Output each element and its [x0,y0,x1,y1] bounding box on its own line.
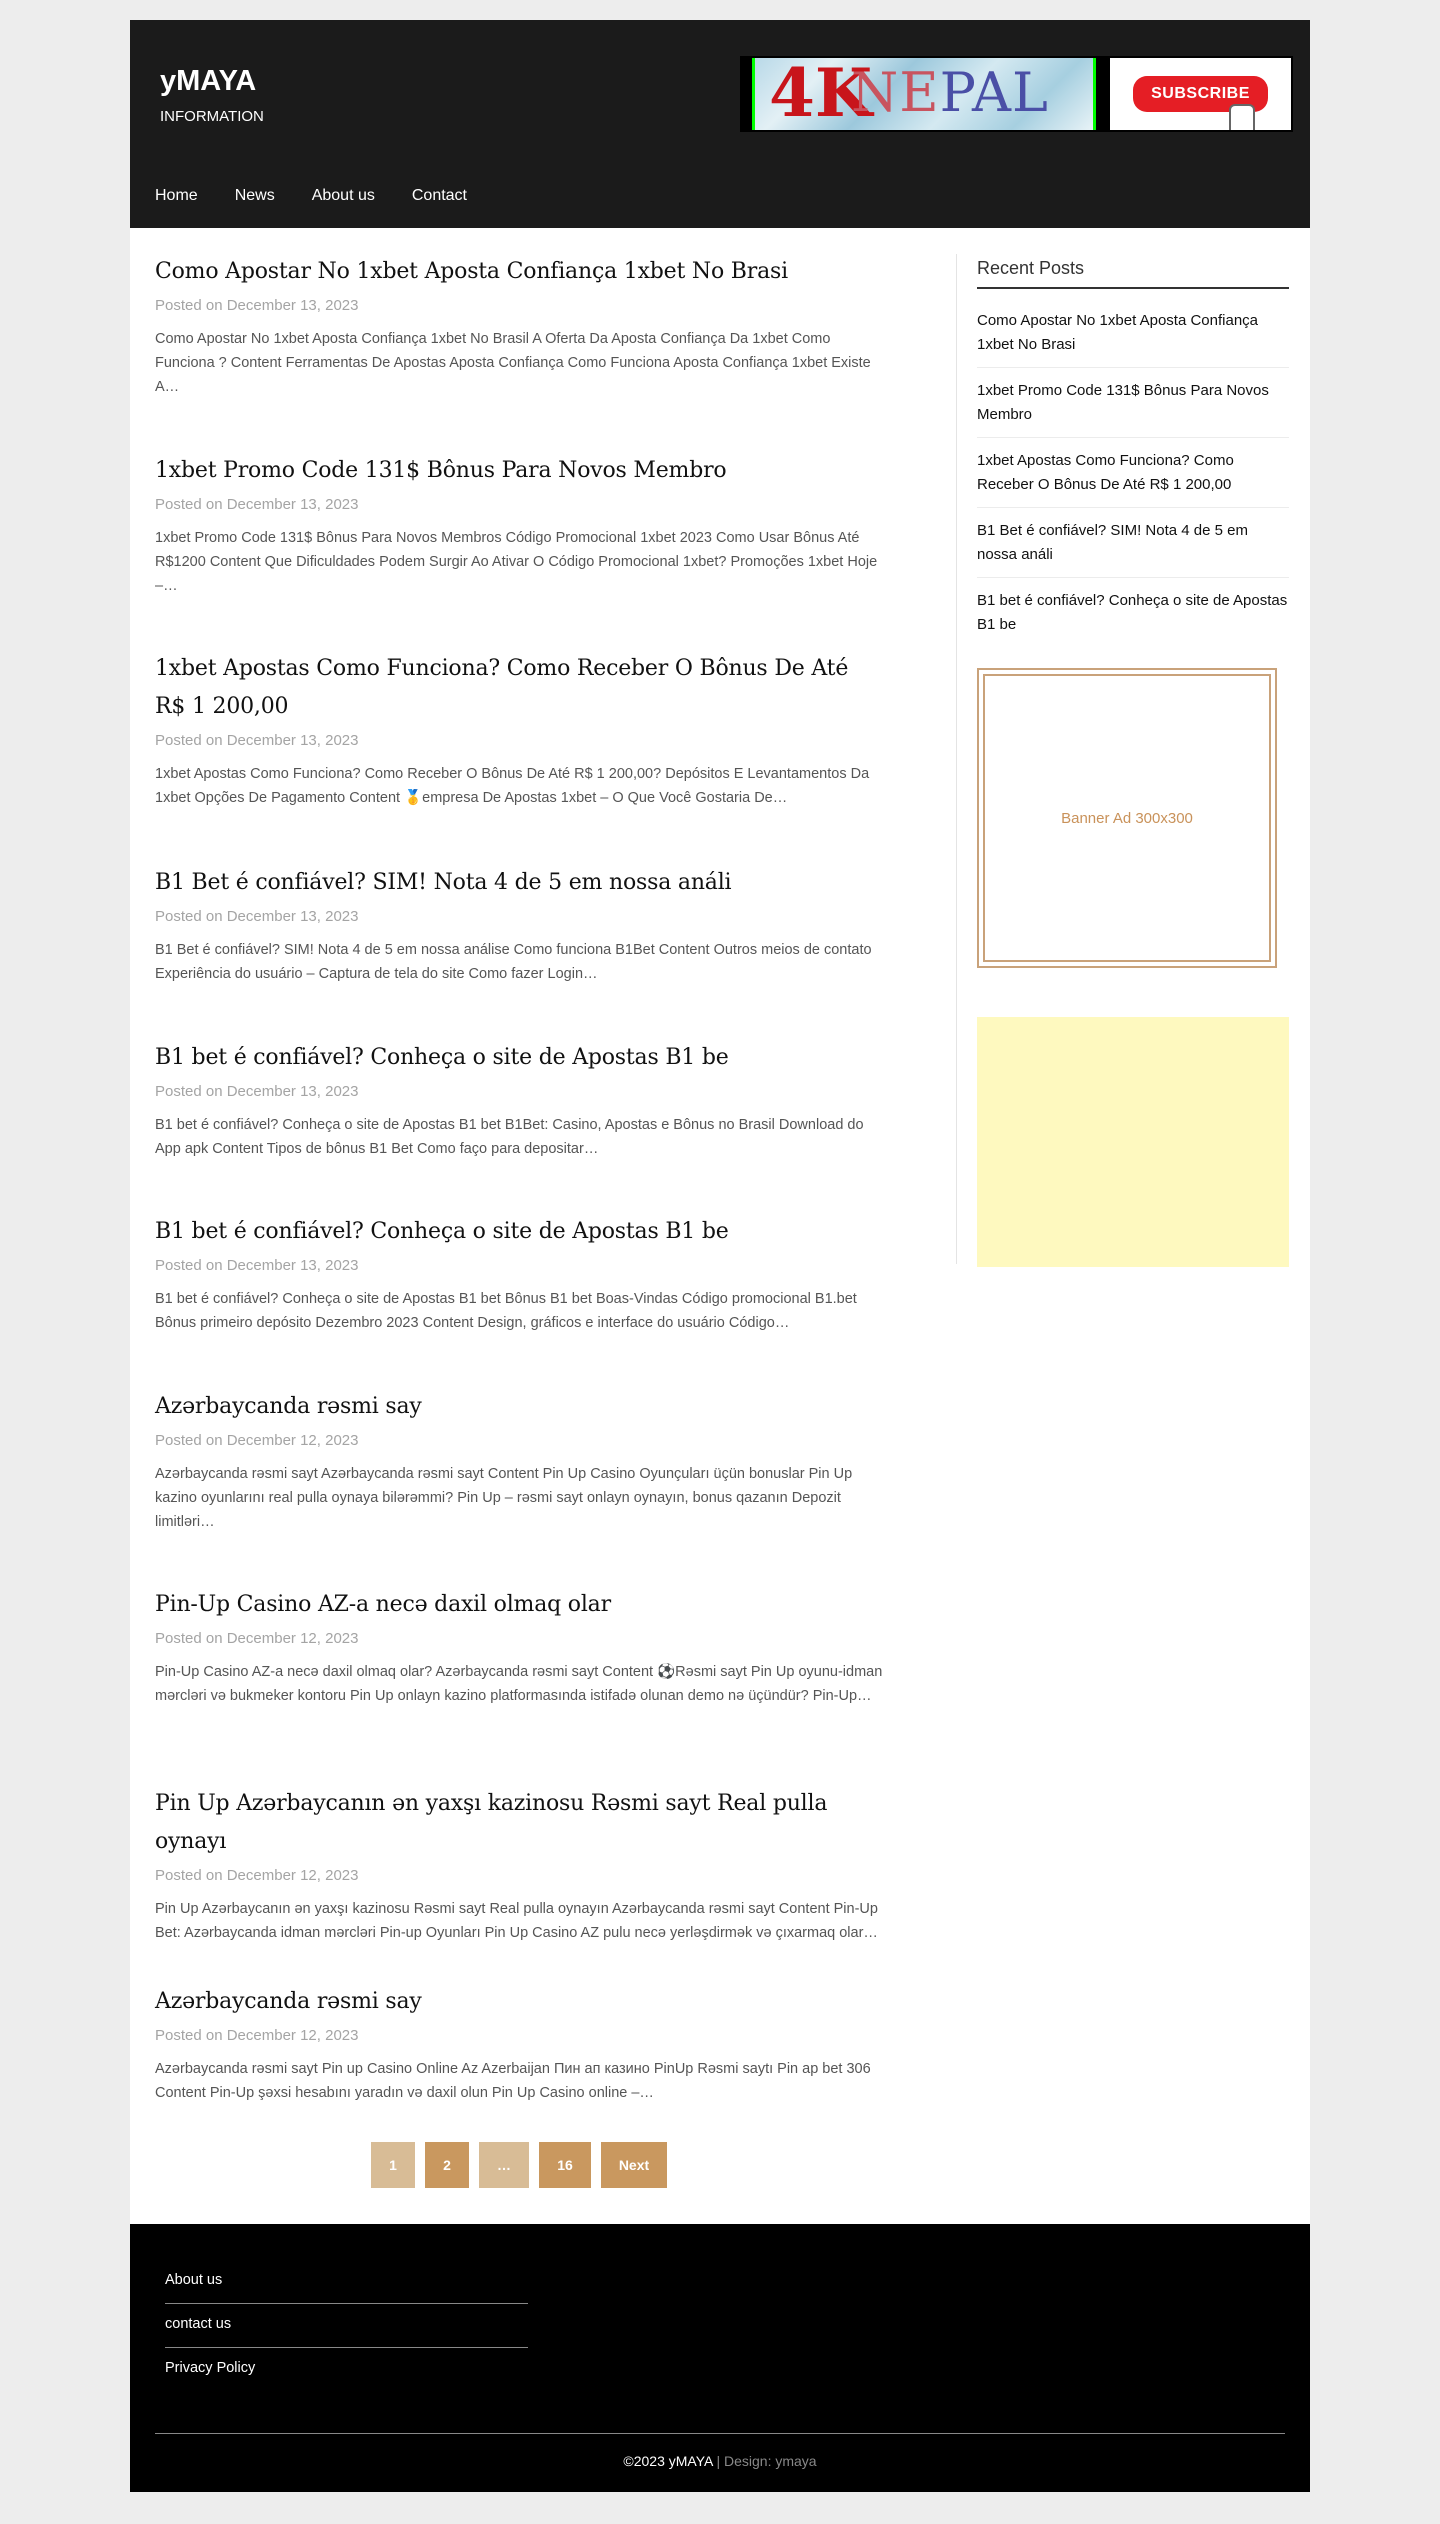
main-nav: Home News About us Contact [130,188,479,228]
recent-posts-title: Recent Posts [977,258,1289,289]
post-item: B1 bet é confiável? Conheça o site de Ap… [155,1213,885,1335]
banner-ad-label: Banner Ad 300x300 [983,674,1271,962]
page-wrapper: yMAYA INFORMATION 4K NEPAL SUBSCRIBE Hom… [130,20,1310,2492]
footer-links: About us contact us Privacy Policy [165,2260,528,2392]
post-title[interactable]: Azərbaycanda rəsmi say [155,1983,885,2021]
post-title[interactable]: Pin Up Azərbaycanın ən yaxşı kazinosu Rə… [155,1785,885,1861]
post-item: Pin-Up Casino AZ-a necə daxil olmaq olar… [155,1586,885,1708]
recent-post-link[interactable]: 1xbet Apostas Como Funciona? Como Recebe… [977,438,1289,508]
recent-post-link[interactable]: Como Apostar No 1xbet Aposta Confiança 1… [977,298,1289,368]
post-item: Como Apostar No 1xbet Aposta Confiança 1… [155,253,885,399]
site-tagline: INFORMATION [160,107,264,125]
site-title[interactable]: yMAYA [160,65,264,98]
post-date: Posted on December 13, 2023 [155,297,359,314]
pagination: 1 2 … 16 Next [371,2142,667,2188]
post-excerpt: Azərbaycanda rəsmi sayt Pin up Casino On… [155,2061,871,2101]
post-title[interactable]: 1xbet Apostas Como Funciona? Como Recebe… [155,650,885,726]
post-date: Posted on December 12, 2023 [155,1867,359,1884]
post-item: 1xbet Apostas Como Funciona? Como Recebe… [155,650,885,810]
recent-posts-list: Como Apostar No 1xbet Aposta Confiança 1… [977,298,1289,648]
pointer-hand-icon [1229,104,1255,130]
copyright: ©2023 yMAYA | Design: ymaya [130,2453,1310,2469]
page-16-link[interactable]: 16 [539,2142,591,2188]
site-header: yMAYA INFORMATION 4K NEPAL SUBSCRIBE Hom… [130,20,1310,228]
post-date: Posted on December 13, 2023 [155,496,359,513]
footer-link-privacy-policy[interactable]: Privacy Policy [165,2348,528,2392]
post-item: B1 bet é confiável? Conheça o site de Ap… [155,1039,885,1161]
header-banner-ad[interactable]: 4K NEPAL SUBSCRIBE [740,56,1293,132]
post-excerpt: Pin-Up Casino AZ-a necə daxil olmaq olar… [155,1664,883,1704]
post-excerpt: 1xbet Apostas Como Funciona? Como Recebe… [155,766,870,806]
banner-nepal-part-b: PAL [939,61,1049,124]
post-item: B1 Bet é confiável? SIM! Nota 4 de 5 em … [155,864,885,986]
design-separator: | [712,2453,724,2469]
post-excerpt: Azərbaycanda rəsmi sayt Azərbaycanda rəs… [155,1466,853,1530]
footer-divider [155,2433,1285,2434]
next-page-link[interactable]: Next [601,2142,667,2188]
yellow-ad-box [977,1017,1289,1267]
sidebar-divider [956,254,957,1264]
post-date: Posted on December 13, 2023 [155,732,359,749]
post-excerpt: Como Apostar No 1xbet Aposta Confiança 1… [155,331,871,395]
post-title[interactable]: Como Apostar No 1xbet Aposta Confiança 1… [155,253,885,291]
post-title[interactable]: 1xbet Promo Code 131$ Bônus Para Novos M… [155,452,885,490]
post-excerpt: B1 Bet é confiável? SIM! Nota 4 de 5 em … [155,942,872,982]
nepal-banner-image: 4K NEPAL [752,58,1096,130]
post-title[interactable]: B1 bet é confiável? Conheça o site de Ap… [155,1039,885,1077]
nav-home[interactable]: Home [155,188,198,228]
content-area: Como Apostar No 1xbet Aposta Confiança 1… [130,228,1310,2224]
nav-contact[interactable]: Contact [412,188,467,228]
post-item: Azərbaycanda rəsmi say Posted on Decembe… [155,1388,885,1534]
banner-nepal-part-a: NE [851,61,940,124]
post-excerpt: B1 bet é confiável? Conheça o site de Ap… [155,1291,857,1331]
copyright-text: ©2023 yMAYA [623,2453,713,2469]
post-title[interactable]: Pin-Up Casino AZ-a necə daxil olmaq olar [155,1586,885,1624]
post-title[interactable]: Azərbaycanda rəsmi say [155,1388,885,1426]
post-title[interactable]: B1 bet é confiável? Conheça o site de Ap… [155,1213,885,1251]
post-date: Posted on December 12, 2023 [155,2027,359,2044]
post-date: Posted on December 13, 2023 [155,908,359,925]
post-excerpt: 1xbet Promo Code 131$ Bônus Para Novos M… [155,530,878,594]
post-item: Pin Up Azərbaycanın ən yaxşı kazinosu Rə… [155,1785,885,1945]
page-2-link[interactable]: 2 [425,2142,469,2188]
post-date: Posted on December 13, 2023 [155,1257,359,1274]
post-date: Posted on December 13, 2023 [155,1083,359,1100]
page-1-current: 1 [371,2142,415,2188]
nav-news[interactable]: News [235,188,275,228]
footer-link-about-us[interactable]: About us [165,2260,528,2304]
footer-link-contact-us[interactable]: contact us [165,2304,528,2348]
post-item: 1xbet Promo Code 131$ Bônus Para Novos M… [155,452,885,598]
site-footer: About us contact us Privacy Policy ©2023… [130,2224,1310,2492]
recent-post-link[interactable]: B1 bet é confiável? Conheça o site de Ap… [977,578,1289,648]
post-excerpt: B1 bet é confiável? Conheça o site de Ap… [155,1117,864,1157]
nav-about-us[interactable]: About us [312,188,375,228]
recent-post-link[interactable]: 1xbet Promo Code 131$ Bônus Para Novos M… [977,368,1289,438]
branding: yMAYA INFORMATION [160,65,264,125]
recent-post-link[interactable]: B1 Bet é confiável? SIM! Nota 4 de 5 em … [977,508,1289,578]
banner-nepal-text: NEPAL [851,66,1049,120]
subscribe-banner: SUBSCRIBE [1110,58,1291,130]
post-date: Posted on December 12, 2023 [155,1432,359,1449]
post-excerpt: Pin Up Azərbaycanın ən yaxşı kazinosu Rə… [155,1901,878,1941]
page-ellipsis: … [479,2142,529,2188]
banner-ad-300x300[interactable]: Banner Ad 300x300 [977,668,1277,968]
post-item: Azərbaycanda rəsmi say Posted on Decembe… [155,1983,885,2105]
design-credit[interactable]: Design: ymaya [724,2453,817,2469]
post-date: Posted on December 12, 2023 [155,1630,359,1647]
post-title[interactable]: B1 Bet é confiável? SIM! Nota 4 de 5 em … [155,864,885,902]
